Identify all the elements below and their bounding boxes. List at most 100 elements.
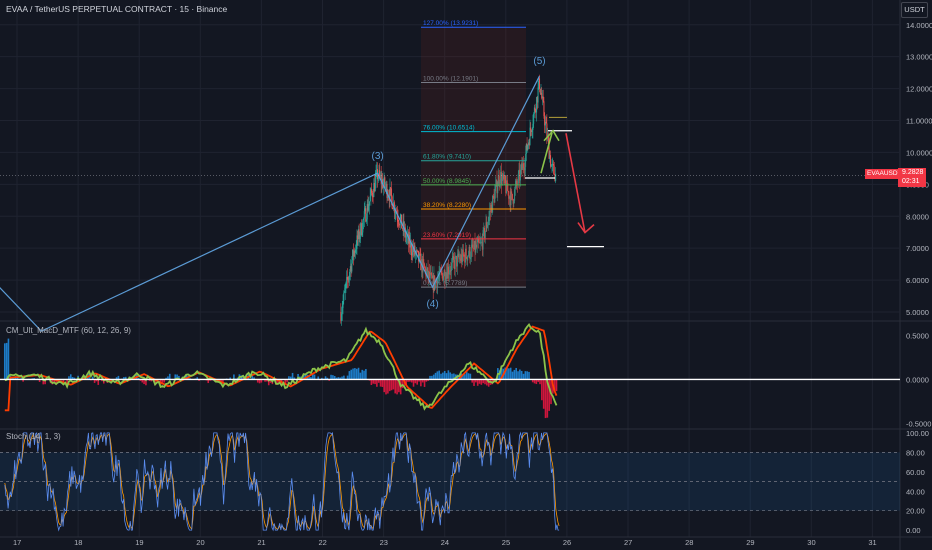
candle-body (533, 113, 535, 124)
candle-body (555, 173, 557, 182)
macd-histogram-bar (528, 371, 530, 380)
macd-histogram-bar (416, 379, 419, 385)
macd-histogram-bar (445, 373, 448, 380)
price-axis-label: 13.0000 (906, 53, 932, 62)
candle-body (550, 155, 552, 167)
candle-body (362, 220, 364, 233)
price-axis-label: 6.0000 (906, 276, 929, 285)
time-axis-label: 24 (441, 538, 449, 547)
macd-histogram-bar (469, 373, 472, 380)
macd-histogram-bar (515, 367, 517, 380)
stoch-axis-label: 80.00 (906, 448, 925, 457)
candle-body (345, 282, 347, 289)
candle-body (384, 177, 386, 188)
candle-body (354, 249, 356, 253)
macd-histogram-bar (438, 370, 441, 380)
candle-body (342, 300, 344, 309)
macd-histogram-bar (412, 379, 415, 387)
stoch-indicator-label[interactable]: Stoch (14, 1, 3) (6, 432, 61, 441)
price-axis-label: 10.0000 (906, 148, 932, 157)
macd-histogram-bar (432, 374, 435, 380)
macd-histogram-bar (394, 379, 397, 394)
macd-histogram-bar (447, 370, 450, 380)
candle-body (368, 205, 370, 211)
candle-body (371, 192, 373, 197)
macd-histogram-bar (392, 379, 395, 390)
candle-body (539, 88, 541, 94)
chart-title: EVAA / TetherUS PERPETUAL CONTRACT · 15 … (6, 4, 228, 14)
wave-label: (3) (371, 151, 383, 162)
macd-histogram (3, 338, 558, 419)
wave-label: (4) (426, 299, 438, 310)
macd-histogram-bar (526, 371, 528, 380)
stoch-axis-label: 40.00 (906, 487, 925, 496)
time-axis-label: 31 (868, 538, 876, 547)
time-axis-label: 30 (807, 538, 815, 547)
price-axis-label: 14.0000 (906, 21, 932, 30)
candle-body (398, 221, 400, 225)
macd-histogram-bar (69, 374, 72, 380)
last-price-tag: 9.2828 02:31 (898, 168, 926, 187)
macd-histogram-bar (509, 367, 512, 380)
macd-histogram-bar (511, 371, 514, 380)
price-axis-label: 5.0000 (906, 308, 929, 317)
macd-histogram-bar (508, 368, 510, 380)
fib-level-label: 23.60% (7.2919) (423, 232, 471, 239)
macd-histogram-bar (381, 379, 384, 387)
last-price: 9.2828 (902, 169, 924, 176)
fib-level-label: 76.00% (10.6514) (423, 125, 475, 132)
macd-histogram-bar (390, 379, 393, 391)
macd-histogram-bar (517, 371, 519, 380)
price-axis-label: 7.0000 (906, 244, 929, 253)
candle-body (365, 219, 367, 222)
time-axis-label: 17 (13, 538, 21, 547)
macd-histogram-bar (476, 379, 479, 386)
macd-histogram-bar (440, 373, 442, 380)
candle-body (371, 189, 373, 193)
fib-level-label: 100.00% (12.1901) (423, 76, 478, 83)
macd-histogram-bar (519, 369, 521, 380)
macd-histogram-bar (350, 369, 353, 380)
macd-histogram-bar (541, 379, 543, 401)
candle-body (361, 232, 363, 235)
macd-histogram-bar (443, 370, 446, 380)
candle-body (527, 145, 529, 150)
trading-chart[interactable]: 14.000013.000012.000011.000010.00009.000… (0, 0, 932, 550)
macd-histogram-bar (535, 379, 538, 385)
macd-histogram-bar (467, 373, 470, 380)
macd-histogram-bar (524, 371, 527, 380)
macd-histogram-bar (436, 371, 439, 380)
macd-histogram-bar (359, 372, 362, 380)
macd-histogram-bar (520, 370, 523, 380)
candle-body (348, 277, 350, 280)
fib-level-label: 38.20% (8.2280) (423, 202, 471, 209)
currency-button[interactable]: USDT (901, 2, 928, 18)
macd-histogram-bar (555, 379, 558, 392)
candle-body (532, 123, 534, 130)
macd-histogram-bar (379, 379, 382, 387)
candle-body (545, 121, 547, 124)
macd-indicator-label[interactable]: CM_Ult_MacD_MTF (60, 12, 26, 9) (6, 326, 131, 335)
macd-histogram-bar (7, 338, 10, 380)
macd-histogram-bar (143, 379, 145, 385)
stoch-axis-label: 100.00 (906, 429, 929, 438)
candle-body (539, 78, 541, 89)
macd-histogram-bar (5, 342, 8, 380)
candle-body (530, 127, 532, 131)
time-axis-label: 25 (502, 538, 510, 547)
candle-body (346, 277, 348, 280)
macd-histogram-bar (383, 379, 386, 393)
macd-histogram-bar (376, 379, 378, 387)
time-axis-label: 21 (257, 538, 265, 547)
candle-body (397, 218, 399, 222)
price-axis-label: 11.0000 (906, 117, 932, 126)
macd-histogram-bar (387, 379, 389, 394)
candle-body (379, 170, 381, 177)
candle-body (546, 123, 548, 138)
stoch-axis-label: 20.00 (906, 507, 925, 516)
candle-body (344, 288, 346, 292)
candle-body (369, 196, 371, 202)
candle-body (531, 129, 533, 133)
macd-histogram-bar (396, 379, 398, 395)
macd-histogram-bar (168, 373, 171, 380)
